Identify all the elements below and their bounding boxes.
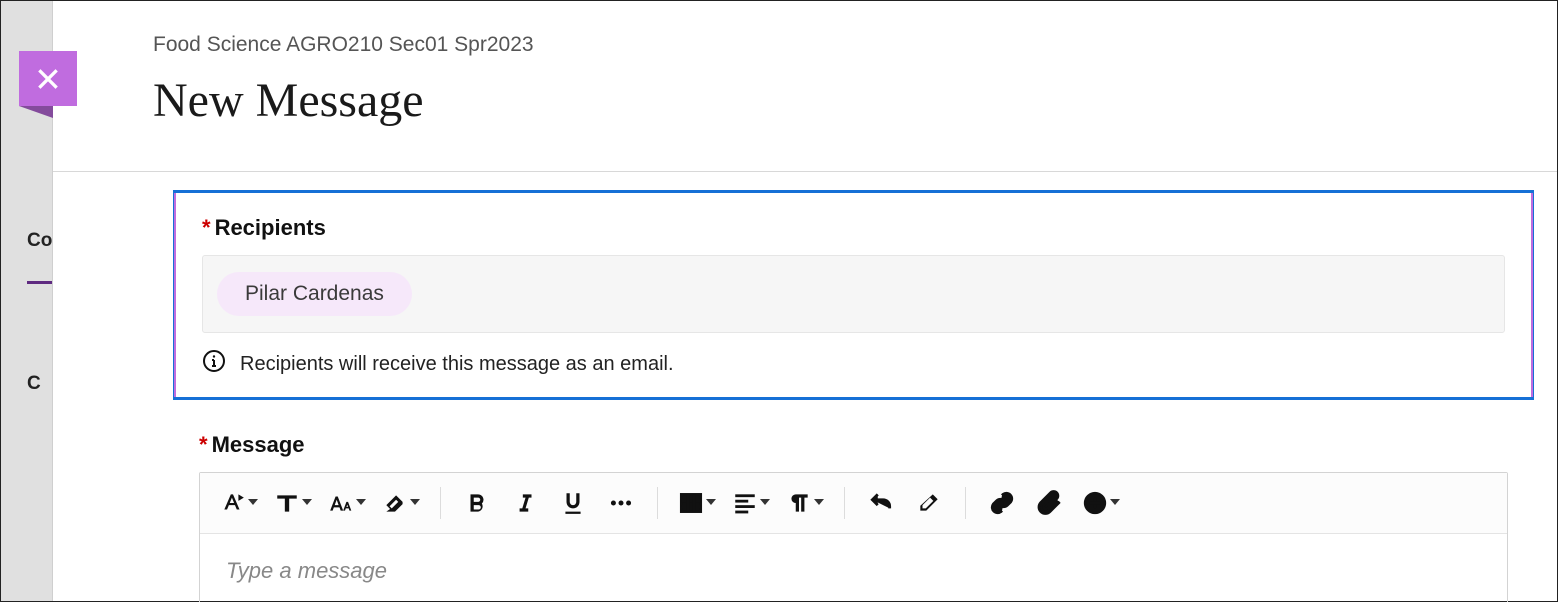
toolbar-separator	[844, 487, 845, 519]
text-style-button[interactable]	[214, 481, 264, 525]
table-button[interactable]	[672, 481, 722, 525]
attach-button[interactable]	[1028, 481, 1072, 525]
caret-icon	[356, 494, 366, 512]
text-color-button[interactable]	[376, 481, 426, 525]
more-formatting-button[interactable]	[599, 481, 643, 525]
close-icon	[35, 66, 61, 92]
new-message-panel: Co C D Food Science AGRO210 Sec01 Spr202…	[0, 0, 1558, 602]
close-button[interactable]	[19, 51, 77, 106]
link-button[interactable]	[980, 481, 1024, 525]
panel-body: *Recipients Pilar Cardenas Recipients wi…	[53, 172, 1557, 602]
slideout-panel: Food Science AGRO210 Sec01 Spr2023 New M…	[52, 1, 1557, 601]
bold-button[interactable]	[455, 481, 499, 525]
breadcrumb: Food Science AGRO210 Sec01 Spr2023	[153, 33, 1557, 57]
recipients-info-text: Recipients will receive this message as …	[240, 353, 674, 376]
insert-button[interactable]	[1076, 481, 1126, 525]
bg-text: C	[27, 281, 52, 424]
clear-formatting-button[interactable]	[907, 481, 951, 525]
recipients-label: *Recipients	[202, 215, 1505, 241]
caret-icon	[410, 494, 420, 512]
caret-icon	[248, 494, 258, 512]
bg-text: Co	[27, 230, 52, 251]
editor-toolbar	[200, 473, 1507, 534]
panel-header: Food Science AGRO210 Sec01 Spr2023 New M…	[53, 1, 1557, 172]
required-asterisk: *	[199, 432, 208, 457]
message-textarea[interactable]: Type a message	[200, 534, 1507, 602]
recipients-section: *Recipients Pilar Cardenas Recipients wi…	[173, 190, 1534, 400]
message-label-text: Message	[212, 432, 305, 457]
info-icon	[202, 349, 226, 379]
toolbar-separator	[657, 487, 658, 519]
caret-icon	[706, 494, 716, 512]
message-label: *Message	[199, 432, 1508, 458]
recipient-chip[interactable]: Pilar Cardenas	[217, 272, 412, 316]
alignment-button[interactable]	[726, 481, 776, 525]
underline-button[interactable]	[551, 481, 595, 525]
recipients-info: Recipients will receive this message as …	[202, 349, 1505, 379]
page-title: New Message	[153, 73, 1557, 128]
undo-button[interactable]	[859, 481, 903, 525]
required-asterisk: *	[202, 215, 211, 240]
close-button-tail	[19, 106, 53, 118]
recipients-label-text: Recipients	[215, 215, 326, 240]
toolbar-separator	[440, 487, 441, 519]
font-family-button[interactable]	[268, 481, 318, 525]
caret-icon	[1110, 494, 1120, 512]
font-size-button[interactable]	[322, 481, 372, 525]
italic-button[interactable]	[503, 481, 547, 525]
caret-icon	[814, 494, 824, 512]
paragraph-button[interactable]	[780, 481, 830, 525]
caret-icon	[302, 494, 312, 512]
rich-text-editor: Type a message	[199, 472, 1508, 602]
caret-icon	[760, 494, 770, 512]
toolbar-separator	[965, 487, 966, 519]
message-section: *Message	[173, 432, 1534, 602]
recipients-input[interactable]: Pilar Cardenas	[202, 255, 1505, 333]
